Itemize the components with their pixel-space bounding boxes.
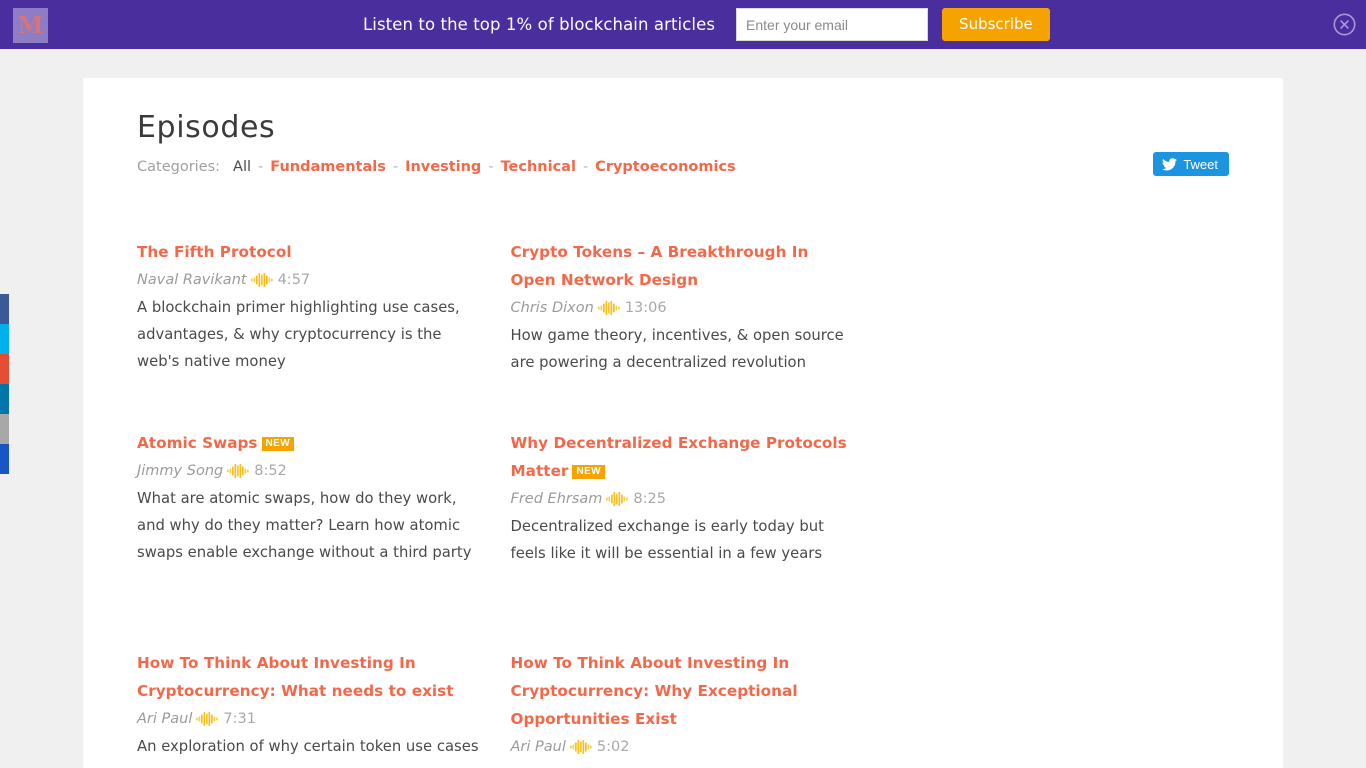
episode-card[interactable]: How To Think About Investing In Cryptocu… xyxy=(511,649,857,761)
audio-waveform-icon xyxy=(597,301,620,315)
episode-title-link[interactable]: Atomic Swaps xyxy=(137,434,258,452)
episode-card[interactable]: Atomic Swaps NEW Jimmy Song 8:52 What are at… xyxy=(137,429,483,566)
category-link-all[interactable]: All xyxy=(233,159,251,175)
episode-card[interactable]: The Fifth Protocol Naval Ravikant 4:57 A bl… xyxy=(137,238,483,375)
episode-description: A blockchain primer highlighting use cas… xyxy=(137,299,460,370)
episode-title-wrap: The Fifth Protocol xyxy=(137,238,483,266)
share-linkedin-button[interactable] xyxy=(0,384,9,414)
close-circle-icon xyxy=(1333,13,1356,36)
category-separator: - xyxy=(582,159,589,175)
audio-waveform-icon xyxy=(606,492,629,506)
episode-meta: Ari Paul 7:31 xyxy=(137,705,483,733)
share-google-plus-button[interactable] xyxy=(0,354,9,384)
audio-waveform-icon xyxy=(196,712,219,726)
episode-duration: 13:06 xyxy=(624,300,667,316)
episode-title-wrap: Crypto Tokens – A Breakthrough In Open N… xyxy=(511,238,857,294)
episode-description: An exploration of why certain token use … xyxy=(137,738,479,768)
categories-label: Categories: xyxy=(137,159,221,175)
audio-waveform-icon xyxy=(227,464,249,478)
episode-meta: Naval Ravikant 4:57 xyxy=(137,266,483,294)
episode-description: How game theory, incentives, & open sour… xyxy=(510,327,844,371)
episode-description: Decentralized exchange is early today bu… xyxy=(510,518,824,562)
subscribe-banner: M Listen to the top 1% of blockchain art… xyxy=(0,0,1366,49)
category-link-technical[interactable]: Technical xyxy=(501,159,576,175)
twitter-bird-icon xyxy=(1162,157,1178,170)
episode-author: Naval Ravikant xyxy=(137,272,247,288)
play-audio-button[interactable] xyxy=(597,300,620,316)
new-badge: NEW xyxy=(572,465,606,479)
episode-duration: 4:57 xyxy=(277,272,311,288)
episode-title-link[interactable]: Why Decentralized Exchange Protocols Mat… xyxy=(511,434,847,480)
tweet-label: Tweet xyxy=(1183,156,1218,172)
category-separator: - xyxy=(488,159,494,175)
episode-author: Jimmy Song xyxy=(137,463,224,479)
episode-card[interactable]: Why Decentralized Exchange Protocols Mat… xyxy=(511,429,857,567)
category-links: All - Fundamentals - Investing - Technical - Cry… xyxy=(233,159,736,175)
episode-meta: Jimmy Song 8:52 xyxy=(137,457,483,485)
share-twitter-button[interactable] xyxy=(0,324,9,354)
category-link-fundamentals[interactable]: Fundamentals xyxy=(270,159,386,175)
share-more-button[interactable] xyxy=(0,444,9,474)
episode-author: Fred Ehrsam xyxy=(510,491,603,507)
episode-title-wrap: How To Think About Investing In Cryptocu… xyxy=(137,649,483,705)
episode-title-link[interactable]: How To Think About Investing In Cryptocu… xyxy=(137,654,454,700)
episode-description: What are atomic swaps, how do they work,… xyxy=(137,490,472,561)
episode-card[interactable]: Crypto Tokens – A Breakthrough In Open N… xyxy=(511,238,857,376)
episode-column: The Fifth Protocol Naval Ravikant 4:57 A bl… xyxy=(137,238,511,768)
page-title: Episodes xyxy=(137,110,276,145)
play-audio-button[interactable] xyxy=(606,491,629,507)
episode-duration: 8:25 xyxy=(633,491,666,507)
category-link-cryptoeconomics[interactable]: Cryptoeconomics xyxy=(595,159,736,175)
episode-title-wrap: How To Think About Investing In Cryptocu… xyxy=(511,649,857,733)
episode-author: Chris Dixon xyxy=(510,300,594,316)
play-audio-button[interactable] xyxy=(250,272,273,288)
category-link-investing[interactable]: Investing xyxy=(405,159,481,175)
episode-title-wrap: Why Decentralized Exchange Protocols Mat… xyxy=(511,429,857,485)
episode-duration: 5:02 xyxy=(596,739,630,755)
episode-card[interactable]: How To Think About Investing In Cryptocu… xyxy=(137,649,483,768)
episode-author: Ari Paul xyxy=(137,711,193,727)
subscribe-form: Listen to the top 1% of blockchain artic… xyxy=(363,0,1050,49)
tweet-button[interactable]: Tweet xyxy=(1153,152,1229,176)
episode-title-link[interactable]: Crypto Tokens – A Breakthrough In Open N… xyxy=(511,243,809,289)
logo-letter: M xyxy=(17,12,44,39)
subscribe-button[interactable]: Subscribe xyxy=(942,8,1050,41)
play-audio-button[interactable] xyxy=(227,463,249,479)
episode-grid: The Fifth Protocol Naval Ravikant 4:57 A bl… xyxy=(137,238,1237,768)
share-facebook-button[interactable] xyxy=(0,294,9,324)
email-input[interactable] xyxy=(736,8,929,41)
play-audio-button[interactable] xyxy=(569,739,592,755)
content-card: Episodes Categories: All - Fundamentals - In… xyxy=(83,78,1283,768)
episode-column: Crypto Tokens – A Breakthrough In Open N… xyxy=(511,238,885,768)
category-separator: - xyxy=(392,159,399,175)
category-separator: - xyxy=(258,159,264,175)
episode-duration: 7:31 xyxy=(223,711,256,727)
audio-waveform-icon xyxy=(250,273,273,287)
share-email-button[interactable] xyxy=(0,414,9,444)
play-audio-button[interactable] xyxy=(196,711,219,727)
site-logo[interactable]: M xyxy=(13,8,48,43)
new-badge: NEW xyxy=(261,437,295,451)
episode-title-link[interactable]: How To Think About Investing In Cryptocu… xyxy=(511,654,798,728)
episode-title-wrap: Atomic Swaps NEW xyxy=(137,429,483,457)
audio-waveform-icon xyxy=(569,740,592,754)
episode-author: Ari Paul xyxy=(510,739,566,755)
episode-meta: Chris Dixon 13:06 xyxy=(511,294,857,322)
subscribe-headline: Listen to the top 1% of blockchain artic… xyxy=(363,15,716,34)
episode-title-link[interactable]: The Fifth Protocol xyxy=(137,243,292,261)
episode-meta: Ari Paul 5:02 xyxy=(511,733,857,761)
episode-duration: 8:52 xyxy=(254,463,287,479)
category-filter-bar: Categories: All - Fundamentals - Investing - T… xyxy=(137,159,736,175)
episode-meta: Fred Ehrsam 8:25 xyxy=(511,485,857,513)
close-banner-button[interactable] xyxy=(1333,13,1356,36)
social-share-rail xyxy=(0,294,9,474)
